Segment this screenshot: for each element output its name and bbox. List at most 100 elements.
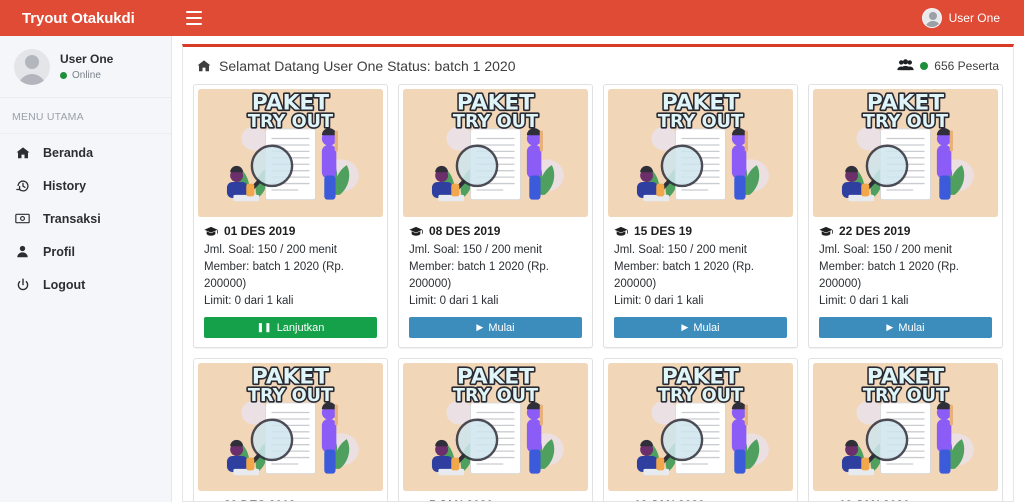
sidebar-user-info: User One Online <box>60 52 113 81</box>
card-date: 01 DES 2019 <box>204 224 377 238</box>
graduation-cap-icon <box>204 226 218 237</box>
tryout-card[interactable]: PAKET PAKET TRY OUT TRY OUT <box>603 358 798 501</box>
card-date: 15 DES 19 <box>614 224 787 238</box>
card-date-text: 29 DES 2019 <box>224 498 295 501</box>
money-icon <box>15 211 30 226</box>
panel-header: Selamat Datang User One Status: batch 1 … <box>183 47 1013 84</box>
card-date-text: 12 JAN 2020 <box>634 498 705 501</box>
illustration-svg: PAKET PAKET TRY OUT TRY OUT <box>813 363 998 491</box>
card-date-text: 01 DES 2019 <box>224 224 296 238</box>
card-action-label: Mulai <box>693 321 720 334</box>
sidebar-menu-header: MENU UTAMA <box>0 98 171 134</box>
sidebar-item-history[interactable]: History <box>0 169 171 202</box>
play-icon: ▶ <box>886 322 894 332</box>
play-icon: ▶ <box>681 322 689 332</box>
sidebar-menu-list: Beranda History Transaksi Profil Logout <box>0 134 171 301</box>
paket-tryout-illustration: PAKET PAKET TRY OUT TRY OUT <box>608 363 793 491</box>
avatar <box>921 8 942 28</box>
illustration-svg: PAKET PAKET TRY OUT TRY OUT <box>608 363 793 491</box>
tryout-card[interactable]: PAKET PAKET TRY OUT TRY OUT <box>398 358 593 501</box>
tryout-card[interactable]: PAKET PAKET TRY OUT TRY OUT <box>193 84 388 348</box>
participants-badge: 656 Peserta <box>897 58 999 74</box>
card-date: 08 DES 2019 <box>409 224 582 238</box>
page-title: Selamat Datang User One Status: batch 1 … <box>197 58 516 74</box>
hamburger-bar <box>186 11 202 13</box>
sidebar-item-label: Transaksi <box>43 211 101 226</box>
illustration-svg: PAKET PAKET TRY OUT TRY OUT <box>403 363 588 491</box>
users-icon <box>897 58 914 74</box>
card-limit: Limit: 0 dari 1 kali <box>409 295 499 307</box>
tryout-card[interactable]: PAKET PAKET TRY OUT TRY OUT <box>808 358 1003 501</box>
card-action-label: Mulai <box>898 321 925 334</box>
top-navbar: Tryout Otakukdi User One <box>0 0 1024 36</box>
hamburger-bar <box>186 23 202 25</box>
paket-tryout-illustration: PAKET PAKET TRY OUT TRY OUT <box>403 363 588 491</box>
page-title-text: Selamat Datang User One Status: batch 1 … <box>219 58 516 74</box>
paket-tryout-illustration: PAKET PAKET TRY OUT TRY OUT <box>403 89 588 217</box>
tryout-card[interactable]: PAKET PAKET TRY OUT TRY OUT <box>603 84 798 348</box>
home-icon <box>15 145 30 160</box>
app-window: Tryout Otakukdi User One User One Online <box>0 0 1024 502</box>
card-soal: Jml. Soal: 150 / 200 menit <box>614 244 747 256</box>
paket-tryout-illustration: PAKET PAKET TRY OUT TRY OUT <box>608 89 793 217</box>
card-action-button[interactable]: ▶ Mulai <box>614 317 787 338</box>
brand-logo[interactable]: Tryout Otakukdi <box>0 0 172 36</box>
card-member: Member: batch 1 2020 (Rp. 200000) <box>409 261 549 290</box>
card-body: 15 DES 19 Jml. Soal: 150 / 200 menit Mem… <box>608 217 793 347</box>
graduation-cap-icon <box>819 226 833 237</box>
card-member: Member: batch 1 2020 (Rp. 200000) <box>614 261 754 290</box>
user-icon <box>15 244 30 259</box>
illustration-svg: PAKET PAKET TRY OUT TRY OUT <box>403 89 588 217</box>
hamburger-menu-icon[interactable] <box>186 11 202 25</box>
sidebar-item-transaksi[interactable]: Transaksi <box>0 202 171 235</box>
avatar <box>14 48 50 85</box>
online-status-dot-icon <box>60 72 67 79</box>
card-action-label: Mulai <box>488 321 515 334</box>
illustration-svg: PAKET PAKET TRY OUT TRY OUT <box>198 89 383 217</box>
online-status-dot-icon <box>920 62 929 70</box>
card-date-text: 08 DES 2019 <box>429 224 501 238</box>
card-date: 22 DES 2019 <box>819 224 992 238</box>
sidebar-item-logout[interactable]: Logout <box>0 268 171 301</box>
navbar-right-area: User One <box>172 0 1024 36</box>
sidebar-item-profil[interactable]: Profil <box>0 235 171 268</box>
brand-title: Tryout Otakukdi <box>22 9 135 27</box>
card-date-text: 19 JAN 2020 <box>839 498 910 501</box>
card-action-label: Lanjutkan <box>276 321 325 334</box>
card-body: 19 JAN 2020 Jml. Soal: 150 / 200 menit M… <box>813 491 998 501</box>
card-limit: Limit: 0 dari 1 kali <box>614 295 704 307</box>
card-body: 08 DES 2019 Jml. Soal: 150 / 200 menit M… <box>403 217 588 347</box>
tryout-card[interactable]: PAKET PAKET TRY OUT TRY OUT <box>398 84 593 348</box>
tryout-card[interactable]: PAKET PAKET TRY OUT TRY OUT <box>193 358 388 501</box>
card-body: 12 JAN 2020 Jml. Soal: 150 / 200 menit M… <box>608 491 793 501</box>
card-date-text: 22 DES 2019 <box>839 224 911 238</box>
illustration-line2: TRY OUT <box>248 112 333 132</box>
home-icon <box>197 59 211 73</box>
card-date-text: 5 JAN 2020 <box>429 498 493 501</box>
illustration-svg: PAKET PAKET TRY OUT TRY OUT <box>813 89 998 217</box>
sidebar-item-beranda[interactable]: Beranda <box>0 136 171 169</box>
hamburger-bar <box>186 17 202 19</box>
illustration-svg: PAKET PAKET TRY OUT TRY OUT <box>198 363 383 491</box>
play-icon: ▶ <box>476 322 484 332</box>
illustration-line2: TRY OUT <box>658 112 743 132</box>
card-action-button[interactable]: ▶ Mulai <box>409 317 582 338</box>
graduation-cap-icon <box>614 226 628 237</box>
card-action-button[interactable]: ▶ Mulai <box>819 317 992 338</box>
card-date: 5 JAN 2020 <box>409 498 582 501</box>
content-panel: Selamat Datang User One Status: batch 1 … <box>182 44 1014 502</box>
sidebar-user-panel[interactable]: User One Online <box>0 36 171 98</box>
sidebar-user-status: Online <box>60 70 113 81</box>
card-action-button[interactable]: ❚❚ Lanjutkan <box>204 317 377 338</box>
sidebar: User One Online MENU UTAMA Beranda Histo… <box>0 36 172 502</box>
card-body: 01 DES 2019 Jml. Soal: 150 / 200 menit M… <box>198 217 383 347</box>
tryout-card[interactable]: PAKET PAKET TRY OUT TRY OUT <box>808 84 1003 348</box>
illustration-line2: TRY OUT <box>863 112 948 132</box>
illustration-line2: TRY OUT <box>248 386 333 406</box>
main-content: Selamat Datang User One Status: batch 1 … <box>172 36 1024 502</box>
card-limit: Limit: 0 dari 1 kali <box>204 295 294 307</box>
sidebar-status-label: Online <box>72 70 101 81</box>
navbar-user-menu[interactable]: User One <box>921 8 1010 28</box>
card-member: Member: batch 1 2020 (Rp. 200000) <box>819 261 959 290</box>
tryout-card-grid: PAKET PAKET TRY OUT TRY OUT 01 DES 2019 … <box>183 84 1013 501</box>
